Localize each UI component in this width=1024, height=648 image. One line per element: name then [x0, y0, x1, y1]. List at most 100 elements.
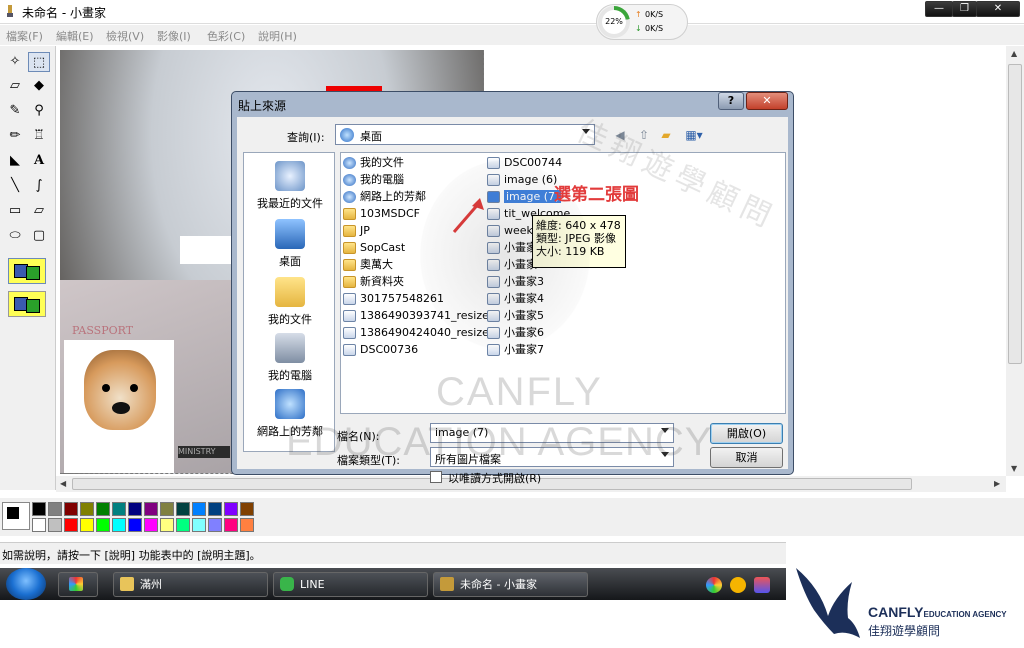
menu-colors[interactable]: 色彩(C)	[207, 28, 245, 44]
scroll-up-icon[interactable]: ▲	[1011, 49, 1017, 58]
color-swatch[interactable]	[112, 502, 126, 516]
color-swatch[interactable]	[64, 518, 78, 532]
color-swatch[interactable]	[128, 502, 142, 516]
file-item[interactable]: SopCast	[343, 240, 405, 256]
curve-tool-icon[interactable]: ∫	[28, 176, 50, 196]
annotation-arrow-icon	[452, 198, 484, 233]
folder-icon	[343, 208, 356, 220]
color-swatch[interactable]	[176, 502, 190, 516]
color-swatch[interactable]	[32, 518, 46, 532]
rectangle-tool-icon[interactable]: ▭	[4, 201, 26, 221]
close-button[interactable]: ✕	[976, 1, 1020, 17]
magnifier-tool-icon[interactable]: ⚲	[28, 101, 50, 121]
color-swatch[interactable]	[192, 518, 206, 532]
file-item[interactable]: JP	[343, 223, 370, 239]
color-swatch[interactable]	[224, 518, 238, 532]
taskbar-item-paint[interactable]: 未命名 - 小畫家	[433, 572, 588, 597]
vertical-scrollbar[interactable]: ▲ ▼	[1006, 46, 1024, 476]
color-swatch[interactable]	[192, 502, 206, 516]
view-menu-icon[interactable]: ▦▾	[681, 126, 707, 144]
fill-bucket-tool-icon[interactable]: ◆	[28, 76, 50, 96]
window-title: 未命名 - 小畫家	[22, 6, 106, 20]
folder-icon	[343, 259, 356, 271]
ministry-stamp: MINISTRY	[178, 446, 230, 458]
file-item[interactable]: DSC00736	[343, 342, 418, 358]
polygon-tool-icon[interactable]: ▱	[28, 201, 50, 221]
text-tool-icon[interactable]: A	[28, 151, 50, 171]
file-item[interactable]: 我的電腦	[343, 172, 404, 188]
color-swatch[interactable]	[112, 518, 126, 532]
folder-icon	[343, 225, 356, 237]
color-swatch[interactable]	[64, 502, 78, 516]
place-recent[interactable]: 我最近的文件	[244, 161, 336, 211]
scroll-left-icon[interactable]: ◀	[60, 479, 66, 488]
color-swatch[interactable]	[96, 518, 110, 532]
menu-view[interactable]: 檢視(V)	[106, 28, 144, 44]
eraser-tool-icon[interactable]: ▱	[4, 76, 26, 96]
brush-tool-icon[interactable]: ♖	[28, 126, 50, 146]
color-swatch[interactable]	[160, 518, 174, 532]
paint-app-icon	[3, 4, 17, 18]
file-item[interactable]: 網路上的芳鄰	[343, 189, 426, 205]
add-tray-icon[interactable]	[730, 577, 746, 593]
menu-file[interactable]: 檔案(F)	[6, 28, 43, 44]
transparent-paste-option-icon[interactable]	[8, 291, 46, 317]
cancel-button[interactable]: 取消	[710, 447, 783, 468]
place-my-computer[interactable]: 我的電腦	[244, 333, 336, 383]
pencil-tool-icon[interactable]: ✏	[4, 126, 26, 146]
place-my-documents[interactable]: 我的文件	[244, 277, 336, 327]
dialog-close-button[interactable]: ✕	[746, 92, 788, 110]
color-swatch[interactable]	[224, 502, 238, 516]
color-swatch[interactable]	[32, 502, 46, 516]
lookin-dropdown[interactable]: 桌面	[335, 124, 595, 145]
app-tray-icon[interactable]	[754, 577, 770, 593]
open-button[interactable]: 開啟(O)	[710, 423, 783, 444]
restore-button[interactable]: ❐	[952, 1, 977, 17]
file-item[interactable]: 103MSDCF	[343, 206, 420, 222]
color-swatch[interactable]	[208, 502, 222, 516]
scroll-down-icon[interactable]: ▼	[1011, 464, 1017, 473]
color-swatch[interactable]	[48, 518, 62, 532]
color-swatch[interactable]	[176, 518, 190, 532]
color-swatch[interactable]	[208, 518, 222, 532]
chrome-tray-icon[interactable]	[706, 577, 722, 593]
menu-edit[interactable]: 編輯(E)	[56, 28, 94, 44]
file-item[interactable]: 新資料夾	[343, 274, 404, 290]
ellipse-tool-icon[interactable]: ⬭	[4, 226, 26, 246]
color-swatch[interactable]	[80, 502, 94, 516]
readonly-checkbox[interactable]	[430, 471, 442, 483]
minimize-button[interactable]: —	[925, 1, 953, 17]
taskbar-item-manzhou[interactable]: 滿州	[113, 572, 268, 597]
color-swatch[interactable]	[128, 518, 142, 532]
line-tool-icon[interactable]: ╲	[4, 176, 26, 196]
dialog-help-button[interactable]: ?	[718, 92, 744, 110]
file-item[interactable]: 奧萬大	[343, 257, 393, 273]
file-item[interactable]: 我的文件	[343, 155, 404, 171]
taskbar-item-line[interactable]: LINE	[273, 572, 428, 597]
place-desktop[interactable]: 桌面	[244, 219, 336, 269]
color-swatch[interactable]	[80, 518, 94, 532]
start-button[interactable]	[6, 568, 46, 600]
color-swatch[interactable]	[160, 502, 174, 516]
vertical-scroll-thumb[interactable]	[1008, 64, 1022, 364]
color-swatch[interactable]	[240, 518, 254, 532]
menu-image[interactable]: 影像(I)	[157, 28, 191, 44]
color-picker-tool-icon[interactable]: ✎	[4, 101, 26, 121]
file-name: 奧萬大	[360, 258, 393, 271]
status-bar: 如需說明，請按一下 [說明] 功能表中的 [說明主題]。	[0, 542, 786, 564]
quicklaunch-button[interactable]	[58, 572, 98, 597]
passport-label: PASSPORT	[72, 324, 134, 337]
rounded-rect-tool-icon[interactable]: ▢	[28, 226, 50, 246]
airbrush-tool-icon[interactable]: ◣	[4, 151, 26, 171]
scroll-right-icon[interactable]: ▶	[994, 479, 1000, 488]
opaque-paste-option-icon[interactable]	[8, 258, 46, 284]
color-swatch[interactable]	[48, 502, 62, 516]
color-swatch[interactable]	[96, 502, 110, 516]
color-swatch[interactable]	[144, 502, 158, 516]
network-meter-widget: 22% ↑ 0K/S ↓ 0K/S	[596, 4, 688, 40]
free-select-tool-icon[interactable]: ✧	[4, 52, 26, 72]
color-swatch[interactable]	[240, 502, 254, 516]
rect-select-tool-icon[interactable]: ⬚	[28, 52, 50, 72]
color-swatch[interactable]	[144, 518, 158, 532]
menu-help[interactable]: 說明(H)	[258, 28, 297, 44]
